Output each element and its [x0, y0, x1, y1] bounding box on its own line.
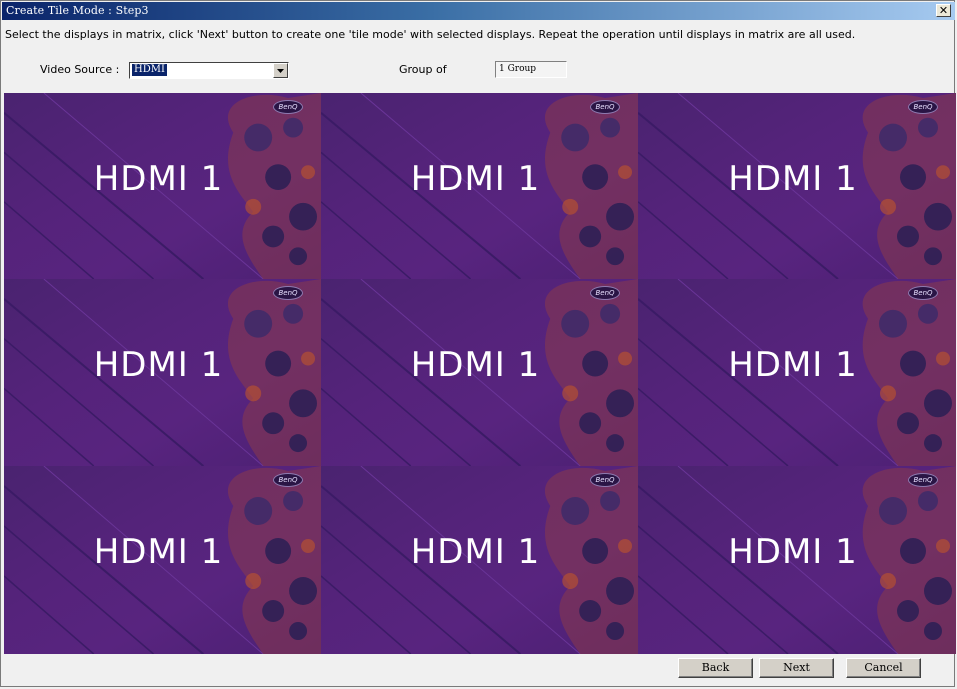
brand-logo: BenQ: [273, 473, 303, 487]
display-tile[interactable]: BenQ HDMI 1: [638, 466, 956, 654]
brand-logo: BenQ: [908, 100, 938, 114]
brand-logo: BenQ: [273, 100, 303, 114]
brand-logo: BenQ: [590, 473, 620, 487]
tile-source-label: HDMI 1: [93, 345, 224, 385]
title-bar[interactable]: Create Tile Mode : Step3 ✕: [2, 2, 955, 20]
display-tile[interactable]: BenQ HDMI 1: [321, 466, 638, 654]
video-source-select[interactable]: HDMI: [129, 62, 289, 79]
brand-logo: BenQ: [590, 286, 620, 300]
tile-source-label: HDMI 1: [93, 159, 224, 199]
tile-source-label: HDMI 1: [728, 159, 858, 199]
display-tile[interactable]: BenQ HDMI 1: [638, 93, 956, 279]
instruction-text: Select the displays in matrix, click 'Ne…: [5, 28, 856, 41]
brand-logo: BenQ: [590, 100, 620, 114]
brand-logo: BenQ: [908, 473, 938, 487]
tile-source-label: HDMI 1: [410, 159, 541, 199]
window-title: Create Tile Mode : Step3: [6, 4, 149, 17]
video-source-label: Video Source :: [40, 63, 120, 76]
brand-logo: BenQ: [273, 286, 303, 300]
display-tile[interactable]: BenQ HDMI 1: [4, 466, 321, 654]
close-icon: ✕: [938, 4, 949, 17]
tile-source-label: HDMI 1: [410, 345, 541, 385]
display-tile[interactable]: BenQ HDMI 1: [4, 279, 321, 466]
group-count-field: 1 Group: [495, 61, 567, 78]
chevron-down-icon: [277, 68, 284, 73]
display-tile[interactable]: BenQ HDMI 1: [321, 279, 638, 466]
next-button[interactable]: Next: [759, 658, 834, 678]
display-matrix: BenQ HDMI 1 BenQ HDMI 1 BenQ HDMI 1 BenQ HDMI 1…: [4, 93, 956, 654]
brand-logo: BenQ: [908, 286, 938, 300]
dropdown-arrow-button[interactable]: [273, 63, 288, 78]
cancel-button[interactable]: Cancel: [846, 658, 921, 678]
tile-source-label: HDMI 1: [728, 345, 858, 385]
display-tile[interactable]: BenQ HDMI 1: [321, 93, 638, 279]
create-tile-mode-dialog: Create Tile Mode : Step3 ✕ Select the di…: [0, 0, 956, 687]
tile-source-label: HDMI 1: [410, 532, 541, 572]
display-tile[interactable]: BenQ HDMI 1: [4, 93, 321, 279]
group-of-label: Group of: [399, 63, 447, 76]
tile-source-label: HDMI 1: [728, 532, 858, 572]
video-source-selected-value: HDMI: [131, 63, 168, 77]
display-tile[interactable]: BenQ HDMI 1: [638, 279, 956, 466]
close-button[interactable]: ✕: [936, 4, 951, 17]
back-button[interactable]: Back: [678, 658, 753, 678]
tile-source-label: HDMI 1: [93, 532, 224, 572]
